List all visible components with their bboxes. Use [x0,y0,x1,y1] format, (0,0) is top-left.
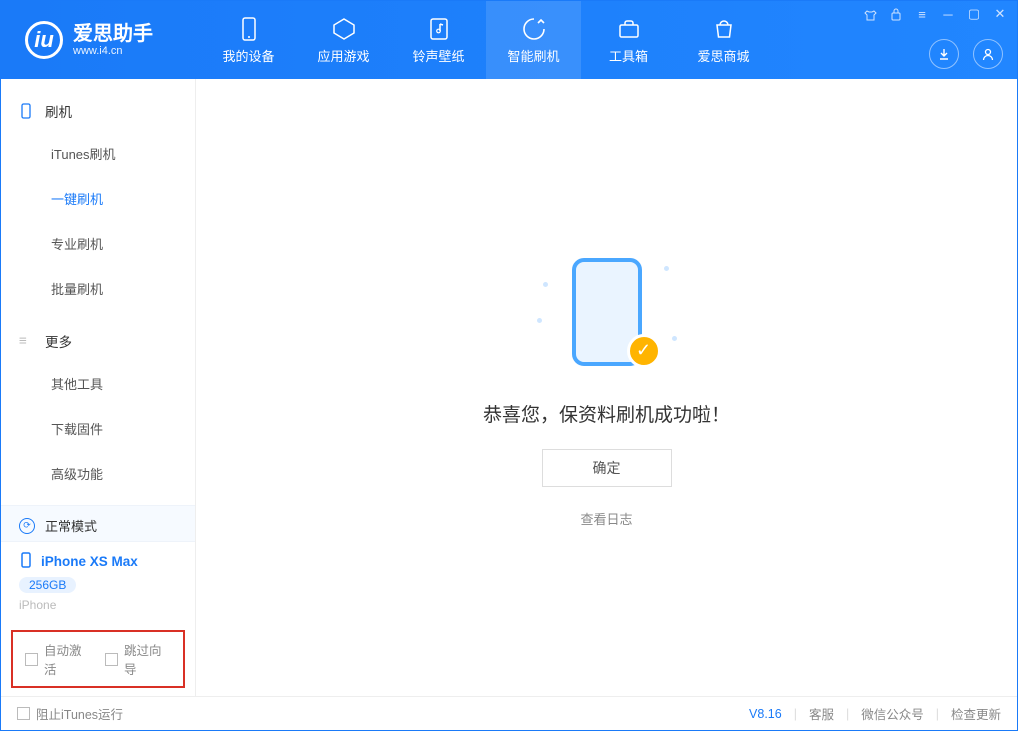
checkbox-icon [105,653,118,666]
sidebar-item-itunes-flash[interactable]: iTunes刷机 [1,131,195,176]
tab-ringtones[interactable]: 铃声壁纸 [391,1,486,79]
statusbar: 阻止iTunes运行 V8.16 | 客服 | 微信公众号 | 检查更新 [1,696,1017,730]
sidebar-item-download-fw[interactable]: 下载固件 [1,406,195,451]
highlighted-options: 自动激活 跳过向导 [11,630,185,688]
shirt-icon[interactable] [863,7,877,21]
store-icon [711,16,737,42]
sidebar-item-pro-flash[interactable]: 专业刷机 [1,221,195,266]
device-info[interactable]: iPhone XS Max 256GB iPhone [1,541,195,622]
tab-label: 智能刷机 [507,46,559,65]
logo: iu 爱思助手 www.i4.cn [1,21,201,59]
device-name: iPhone XS Max [41,554,138,569]
success-illustration: ✓ [537,248,677,378]
checkbox-skip-guide[interactable]: 跳过向导 [105,640,171,678]
sidebar-item-batch-flash[interactable]: 批量刷机 [1,266,195,311]
tab-label: 我的设备 [222,46,274,65]
header-actions [929,39,1003,69]
tab-toolbox[interactable]: 工具箱 [581,1,676,79]
tab-my-device[interactable]: 我的设备 [201,1,296,79]
device-phone-icon [19,552,33,571]
lock-icon[interactable] [889,7,903,21]
footer-link-wechat[interactable]: 微信公众号 [861,704,924,723]
success-message: 恭喜您，保资料刷机成功啦！ [483,400,730,427]
tab-label: 应用游戏 [317,46,369,65]
footer-link-update[interactable]: 检查更新 [951,704,1001,723]
sidebar-section-flash: 刷机 [1,91,195,131]
checkbox-label: 自动激活 [44,640,91,678]
checkbox-block-itunes[interactable]: 阻止iTunes运行 [17,704,123,723]
check-badge-icon: ✓ [627,334,661,368]
close-button[interactable]: ✕ [993,7,1007,21]
toolbox-icon [616,16,642,42]
titlebar: iu 爱思助手 www.i4.cn 我的设备 应用游戏 铃声壁纸 智能刷机 [1,1,1017,79]
music-icon [426,16,452,42]
download-button[interactable] [929,39,959,69]
menu-icon: ≡ [19,333,35,349]
body: 刷机 iTunes刷机 一键刷机 专业刷机 批量刷机 ≡ 更多 其他工具 下载固… [1,79,1017,696]
tab-store[interactable]: 爱思商城 [676,1,771,79]
app-url: www.i4.cn [73,45,153,57]
checkbox-label: 阻止iTunes运行 [36,704,123,723]
mode-icon: ⟳ [19,518,35,534]
apps-icon [331,16,357,42]
device-storage: 256GB [19,577,76,593]
sidebar-item-advanced[interactable]: 高级功能 [1,451,195,496]
tab-label: 工具箱 [609,46,648,65]
flash-icon [521,16,547,42]
device-icon [236,16,262,42]
maximize-button[interactable]: ▢ [967,7,981,21]
ok-button[interactable]: 确定 [542,449,672,487]
menu-icon[interactable]: ≡ [915,7,929,21]
main-tabs: 我的设备 应用游戏 铃声壁纸 智能刷机 工具箱 爱思商城 [201,1,771,79]
tab-label: 爱思商城 [697,46,749,65]
sidebar: 刷机 iTunes刷机 一键刷机 专业刷机 批量刷机 ≡ 更多 其他工具 下载固… [1,79,196,696]
app-name: 爱思助手 [73,23,153,45]
minimize-button[interactable]: ─ [941,7,955,21]
checkbox-icon [17,707,30,720]
sidebar-item-oneclick-flash[interactable]: 一键刷机 [1,176,195,221]
sidebar-section-more: ≡ 更多 [1,321,195,361]
footer-link-support[interactable]: 客服 [809,704,834,723]
sidebar-section-title: 刷机 [45,101,72,121]
tab-smart-flash[interactable]: 智能刷机 [486,1,581,79]
checkbox-auto-activate[interactable]: 自动激活 [25,640,91,678]
checkbox-label: 跳过向导 [124,640,171,678]
checkbox-icon [25,653,38,666]
mode-label: 正常模式 [45,516,97,535]
phone-icon [19,103,35,119]
view-log-link[interactable]: 查看日志 [580,509,632,528]
device-mode[interactable]: ⟳ 正常模式 [1,505,195,541]
sidebar-section-title: 更多 [45,331,72,351]
device-type: iPhone [19,598,177,612]
sidebar-item-other-tools[interactable]: 其他工具 [1,361,195,406]
account-button[interactable] [973,39,1003,69]
version-label: V8.16 [749,707,782,721]
main-content: ✓ 恭喜您，保资料刷机成功啦！ 确定 查看日志 [196,79,1017,696]
tab-label: 铃声壁纸 [412,46,464,65]
window-controls: ≡ ─ ▢ ✕ [863,7,1007,21]
tab-apps[interactable]: 应用游戏 [296,1,391,79]
logo-icon: iu [25,21,63,59]
app-window: iu 爱思助手 www.i4.cn 我的设备 应用游戏 铃声壁纸 智能刷机 [0,0,1018,731]
